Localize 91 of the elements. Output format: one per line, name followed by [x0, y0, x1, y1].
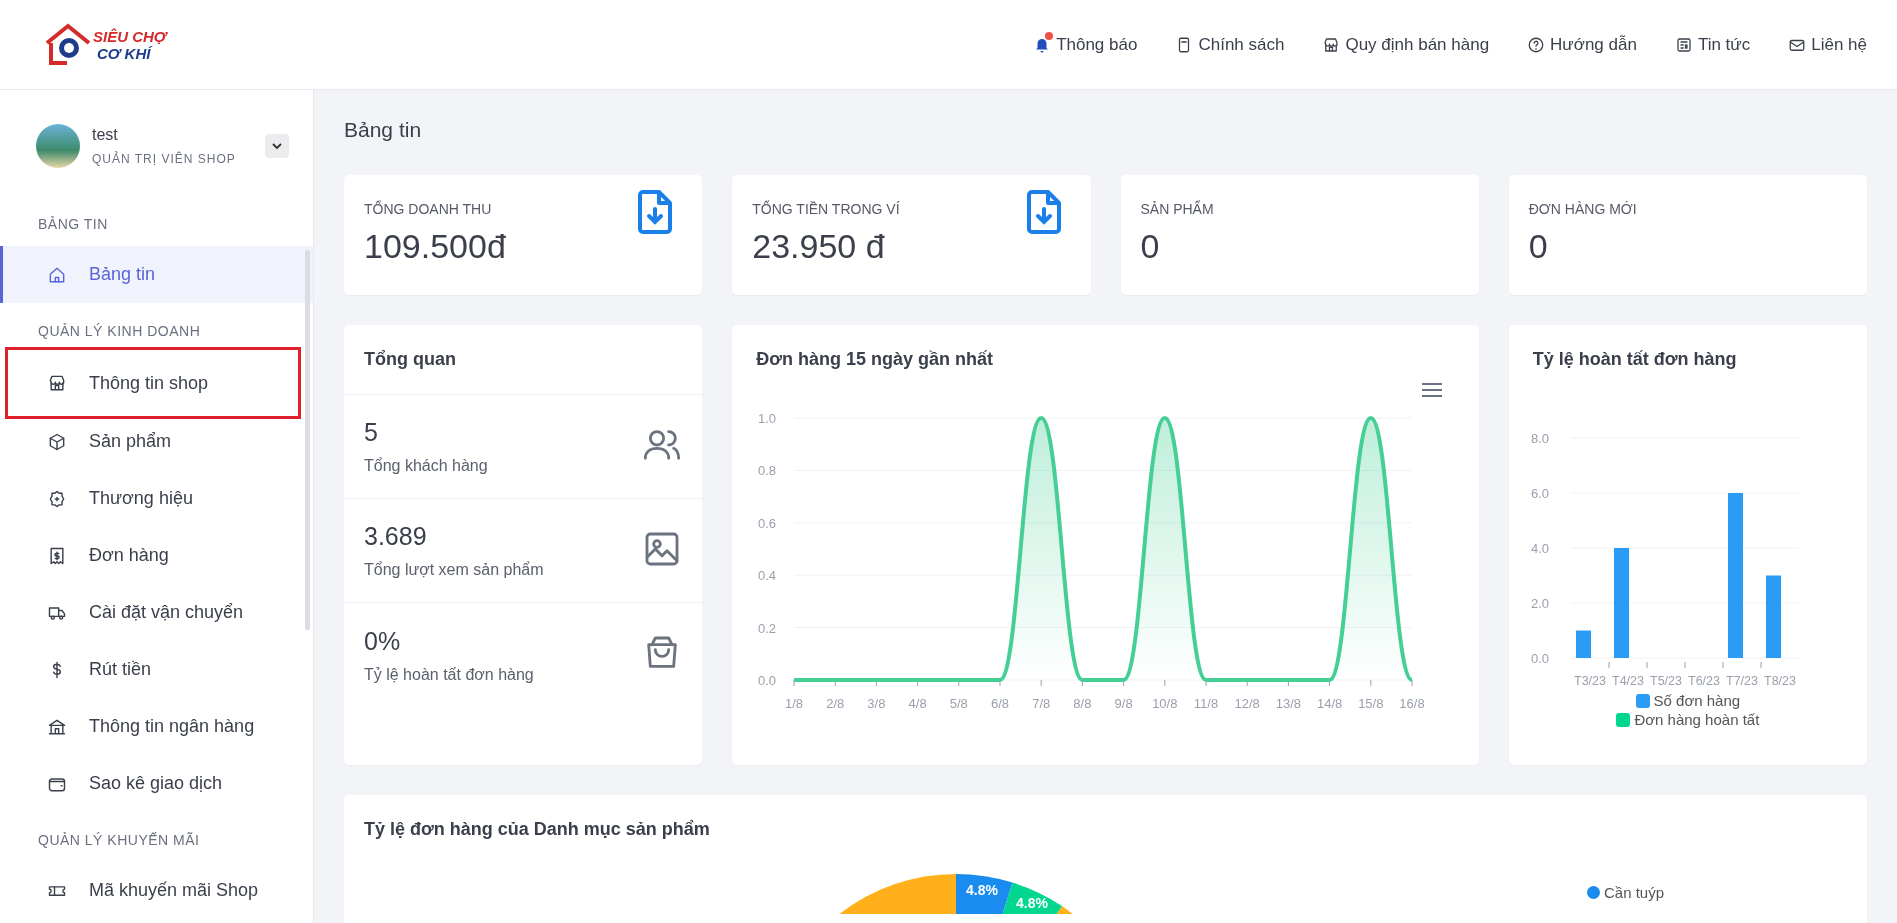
- dropdown-button[interactable]: [265, 134, 289, 158]
- metric-value: 5: [364, 418, 379, 447]
- sidebar-item[interactable]: Bảng tin: [0, 246, 313, 303]
- x-tick-label: 9/8: [1114, 696, 1133, 710]
- card-title: Tổng quan: [344, 325, 703, 395]
- stat-value: 0: [1140, 227, 1161, 266]
- legend-label: Đơn hàng hoàn tất: [1634, 711, 1760, 728]
- x-tick-label: 10/8: [1152, 696, 1178, 710]
- newspaper-icon: [1674, 35, 1693, 54]
- stat-value: 0: [1528, 227, 1549, 266]
- metric-value: 0%: [364, 626, 402, 656]
- x-tick-label: T3/23: [1573, 674, 1606, 688]
- sidebar-item[interactable]: Sao kê giao dịch: [0, 755, 313, 812]
- slice-label: 4.8%: [1015, 895, 1048, 911]
- x-tick-label: T8/23: [1763, 674, 1796, 688]
- logo-icon: [45, 22, 91, 67]
- y-tick-label: 6.0: [1530, 486, 1549, 501]
- metric-label: Tổng khách hàng: [364, 457, 488, 475]
- stat-value: 109.500đ: [364, 227, 507, 266]
- section-title: QUẢN LÝ KHUYẾN MÃI: [37, 831, 201, 850]
- x-tick-label: 5/8: [950, 696, 969, 710]
- avatar-photo-placeholder: [36, 124, 80, 168]
- card-title: Tỷ lệ đơn hàng của Danh mục sản phẩm: [363, 818, 711, 841]
- box-icon: [47, 431, 67, 452]
- legend-label: Cần tuýp: [1604, 884, 1665, 901]
- page-title: Bảng tin: [344, 117, 423, 143]
- file-download-icon: [636, 189, 675, 235]
- x-tick-label: 16/8: [1399, 696, 1425, 710]
- nav-link[interactable]: Tin tức: [1674, 34, 1751, 55]
- y-tick-label: 0.4: [758, 568, 777, 584]
- y-tick-label: 4.0: [1530, 541, 1549, 556]
- y-tick-label: 0.8: [758, 463, 777, 479]
- card-title: Đơn hàng 15 ngày gần nhất: [755, 348, 995, 371]
- x-tick-label: 12/8: [1234, 696, 1261, 710]
- y-tick-label: 0.6: [758, 515, 777, 531]
- store-icon: [1322, 35, 1341, 54]
- slice-label: 4.8%: [965, 882, 998, 898]
- y-tick-label: 0.2: [758, 620, 777, 636]
- section-title: QUẢN LÝ KINH DOANH: [37, 322, 202, 341]
- sidebar-item[interactable]: Đơn hàng: [0, 527, 313, 584]
- x-tick-label: 8/8: [1073, 696, 1092, 710]
- store-icon: [47, 373, 67, 393]
- badge-icon: [47, 488, 67, 509]
- x-tick-label: 11/8: [1194, 696, 1219, 710]
- stat-label: SẢN PHẨM: [1140, 201, 1215, 217]
- sidebar-item[interactable]: Rút tiền: [0, 641, 313, 698]
- legend-label: Số đơn hàng: [1653, 692, 1741, 709]
- x-tick-label: 3/8: [867, 696, 886, 710]
- stat-label: ĐƠN HÀNG MỚI: [1528, 201, 1638, 217]
- x-tick-label: T4/23: [1611, 674, 1644, 688]
- x-tick-label: 2/8: [826, 696, 845, 710]
- x-tick-label: T6/23: [1687, 674, 1720, 688]
- x-tick-label: T7/23: [1725, 674, 1758, 688]
- logo-text: SIÊU CHỢ: [93, 27, 167, 45]
- x-tick-label: 13/8: [1276, 696, 1302, 710]
- stat-value: 23.950 đ: [752, 227, 886, 266]
- sidebar-item[interactable]: Mã khuyến mãi Shop: [0, 862, 313, 919]
- user-name: test: [92, 126, 119, 144]
- x-tick-label: 14/8: [1317, 696, 1343, 710]
- sidebar-item[interactable]: Thông tin ngân hàng: [0, 698, 313, 755]
- metric-label: Tổng lượt xem sản phẩm: [364, 561, 544, 579]
- y-tick-label: 2.0: [1530, 596, 1549, 611]
- stat-label: TỔNG TIỀN TRONG VÍ: [752, 201, 901, 217]
- y-tick-label: 0.0: [1530, 651, 1549, 666]
- x-tick-label: 6/8: [991, 696, 1010, 710]
- y-tick-label: 8.0: [1530, 431, 1549, 446]
- card-title: Tỷ lệ hoàn tất đơn hàng: [1531, 348, 1738, 371]
- x-tick-label: 1/8: [785, 696, 804, 710]
- receipt-icon: [47, 545, 67, 566]
- user-role: QUẢN TRỊ VIÊN SHOP: [92, 152, 237, 166]
- y-tick-label: 1.0: [758, 411, 777, 426]
- stat-label: TỔNG DOANH THU: [364, 201, 493, 217]
- nav-link[interactable]: Chính sách: [1175, 34, 1285, 55]
- metric-label: Tỷ lệ hoàn tất đơn hàng: [364, 665, 534, 684]
- y-tick-label: 0.0: [758, 673, 777, 688]
- metric-value: 3.689: [364, 522, 428, 551]
- x-tick-label: T5/23: [1649, 674, 1682, 688]
- x-tick-label: 7/8: [1032, 696, 1051, 710]
- section-title: BẢNG TIN: [37, 215, 109, 234]
- bar: [1575, 630, 1591, 658]
- nav-link[interactable]: Quy định bán hàng: [1322, 34, 1490, 55]
- x-tick-label: 4/8: [908, 696, 927, 710]
- file-download-icon: [1024, 189, 1063, 235]
- help-icon: [1527, 35, 1546, 54]
- nav-link[interactable]: Hướng dẫn: [1527, 34, 1637, 55]
- nav-link[interactable]: Liên hệ: [1788, 34, 1867, 55]
- x-tick-label: 15/8: [1358, 696, 1384, 710]
- nav-link[interactable]: Thông báo: [1033, 34, 1138, 55]
- sidebar-item[interactable]: Cài đặt vận chuyển: [0, 584, 313, 641]
- sidebar-item[interactable]: Thương hiệu: [0, 470, 313, 527]
- logo-text: CƠ KHÍ: [97, 44, 154, 62]
